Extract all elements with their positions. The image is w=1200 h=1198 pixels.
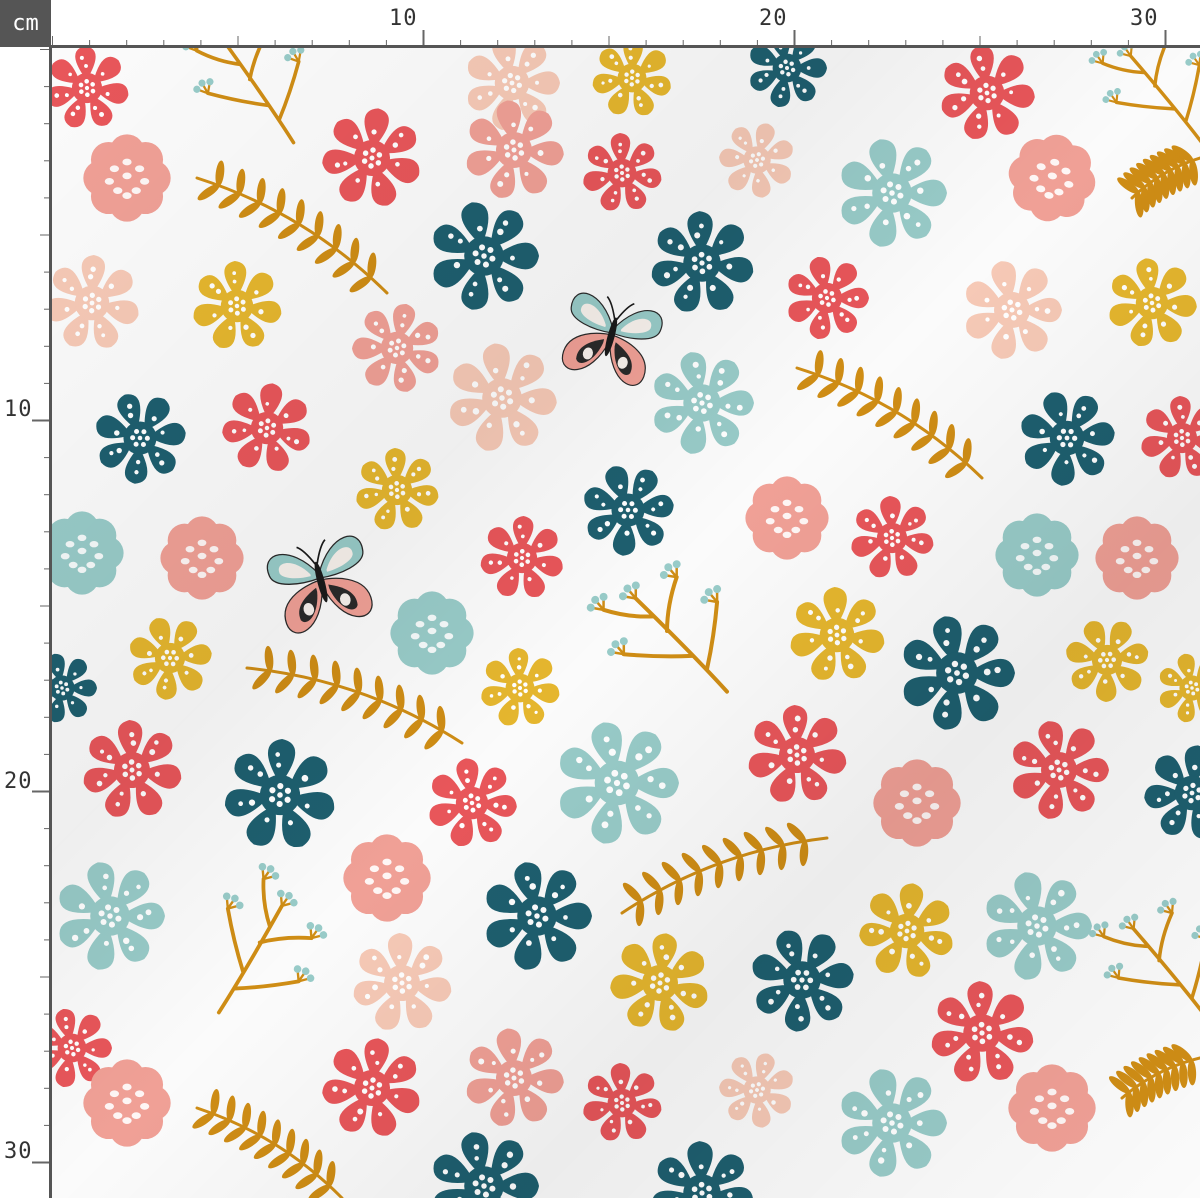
left-ruler-label-30: 30 [4, 1139, 33, 1164]
top-ruler-label-20: 20 [759, 6, 788, 31]
left-ruler-ticks [32, 49, 50, 1164]
floral-pattern [52, 48, 1200, 1198]
left-ruler-label-20: 20 [4, 769, 33, 794]
left-ruler: 10 20 30 [0, 47, 51, 1198]
left-ruler-label-10: 10 [4, 397, 33, 422]
top-ruler-label-30: 30 [1130, 6, 1159, 31]
top-ruler-ticks [52, 30, 1167, 46]
top-ruler-label-10: 10 [389, 6, 418, 31]
unit-label: cm [0, 0, 51, 47]
top-ruler: 10 20 30 [51, 0, 1200, 47]
fabric-swatch [52, 48, 1200, 1198]
fabric-fold-shading [52, 48, 1200, 1198]
fabric-preview-page: cm 10 20 30 10 20 30 [0, 0, 1200, 1198]
